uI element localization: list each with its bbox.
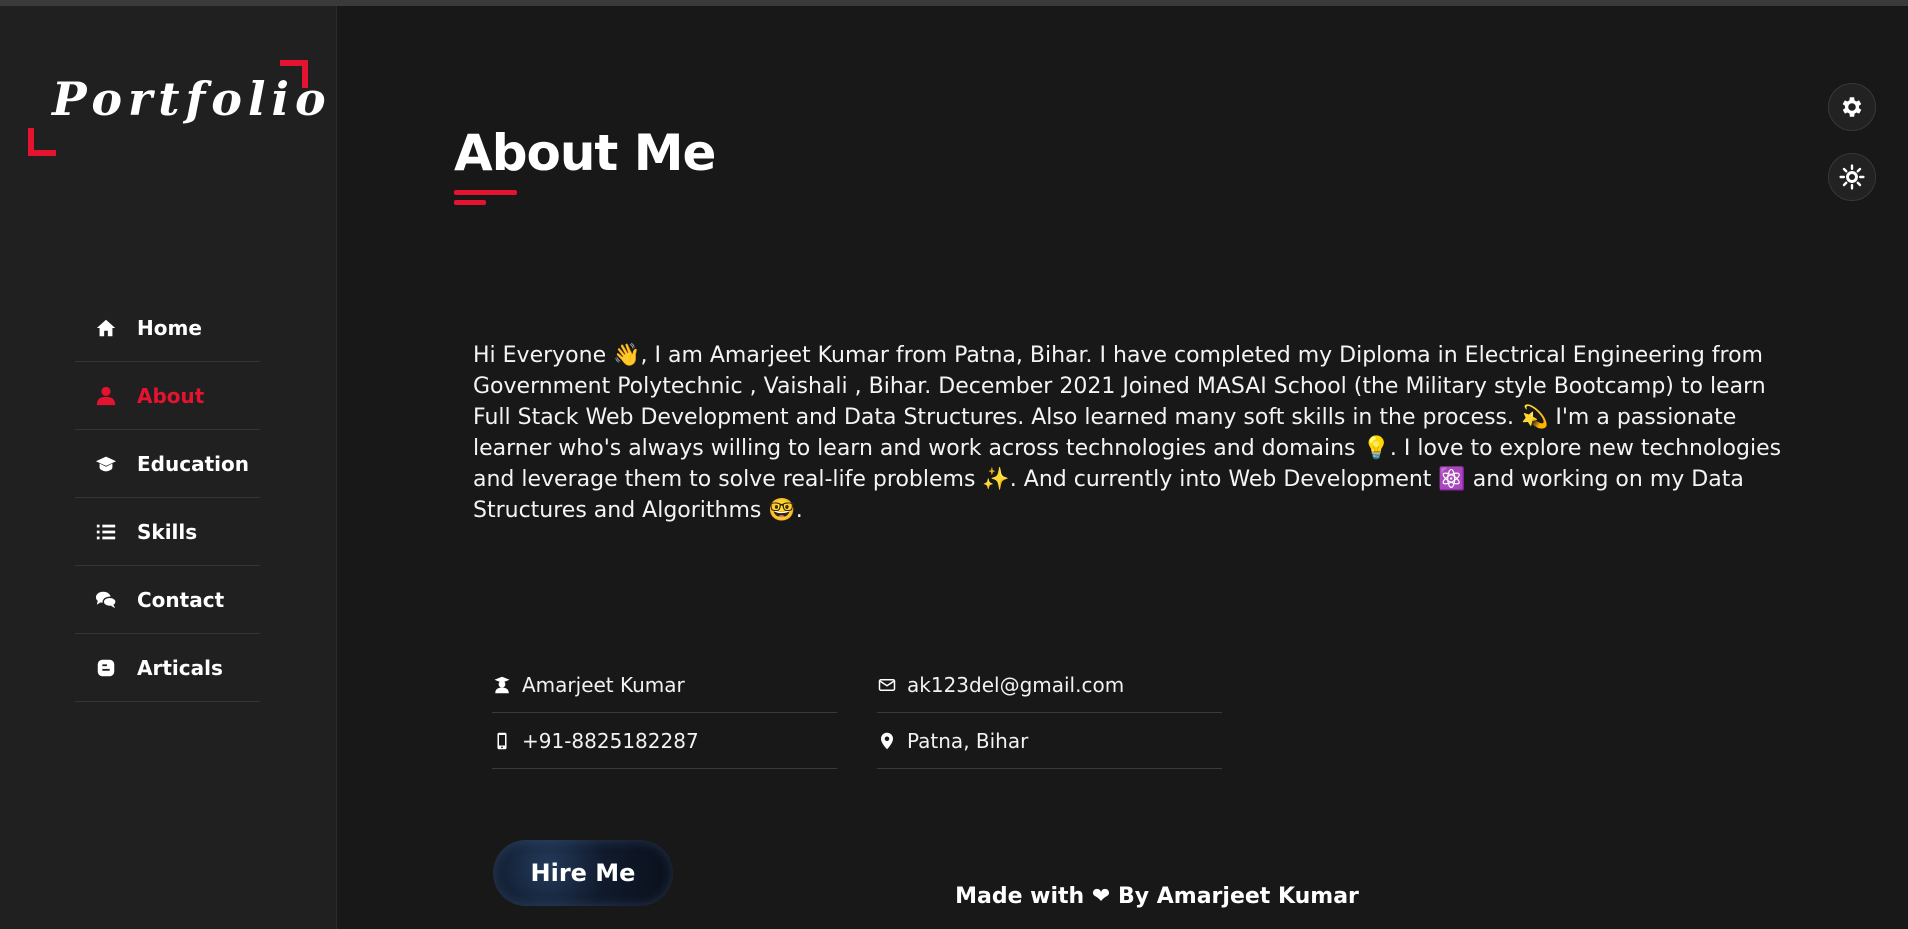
logo-corner-bottom-left: [28, 128, 56, 156]
sidebar-item-skills[interactable]: Skills: [75, 498, 260, 566]
info-name-text: Amarjeet Kumar: [522, 672, 685, 697]
heart-icon: ❤: [1091, 884, 1111, 909]
sidebar-item-about[interactable]: About: [75, 362, 260, 430]
info-location-text: Patna, Bihar: [907, 728, 1029, 753]
hire-me-button[interactable]: Hire Me: [493, 840, 673, 906]
info-name: Amarjeet Kumar: [492, 657, 837, 713]
page-title: About Me: [454, 124, 716, 182]
info-location: Patna, Bihar: [877, 713, 1222, 769]
sidebar-item-label: Contact: [137, 587, 225, 612]
main-content: About Me Hi Everyone 👋, I am Amarjeet Ku…: [337, 6, 1908, 929]
logo[interactable]: Portfolio: [28, 60, 326, 156]
user-icon: [93, 385, 119, 407]
info-email-text: ak123del@gmail.com: [907, 672, 1125, 697]
settings-button[interactable]: [1828, 83, 1876, 131]
sidebar-item-label: Education: [137, 451, 249, 476]
title-underline: [454, 190, 517, 195]
footer-suffix: By Amarjeet Kumar: [1117, 884, 1359, 909]
sidebar-item-contact[interactable]: Contact: [75, 566, 260, 634]
footer-credit: Made with ❤ By Amarjeet Kumar: [937, 884, 1377, 909]
about-paragraph: Hi Everyone 👋, I am Amarjeet Kumar from …: [473, 343, 1782, 523]
title-underline-short: [454, 200, 486, 205]
sidebar-item-label: Articals: [137, 655, 223, 680]
sidebar-item-label: Skills: [137, 519, 198, 544]
comments-icon: [93, 589, 119, 611]
sidebar-item-label: About: [137, 383, 205, 408]
map-marker-icon: [877, 731, 897, 751]
user-graduate-icon: [492, 675, 512, 695]
list-icon: [93, 521, 119, 543]
info-email[interactable]: ak123del@gmail.com: [877, 657, 1222, 713]
sidebar-item-label: Home: [137, 315, 202, 340]
blog-icon: [93, 657, 119, 679]
info-phone-text: +91-8825182287: [522, 728, 699, 753]
sidebar-item-education[interactable]: Education: [75, 430, 260, 498]
logo-text: Portfolio: [52, 72, 332, 126]
theme-toggle-button[interactable]: [1828, 153, 1876, 201]
mobile-phone-icon: [492, 731, 512, 751]
sidebar-item-articals[interactable]: Articals: [75, 634, 260, 702]
gear-icon: [1839, 94, 1865, 120]
sidebar-nav: Home About Education Skills Contact Arti…: [75, 294, 260, 702]
footer-prefix: Made with: [955, 884, 1085, 909]
graduation-cap-icon: [93, 453, 119, 475]
sun-icon: [1839, 164, 1865, 190]
home-icon: [93, 317, 119, 339]
info-phone[interactable]: +91-8825182287: [492, 713, 837, 769]
sidebar-item-home[interactable]: Home: [75, 294, 260, 362]
envelope-icon: [877, 675, 897, 695]
sidebar: Portfolio Home About Education Skills Co…: [0, 6, 337, 929]
